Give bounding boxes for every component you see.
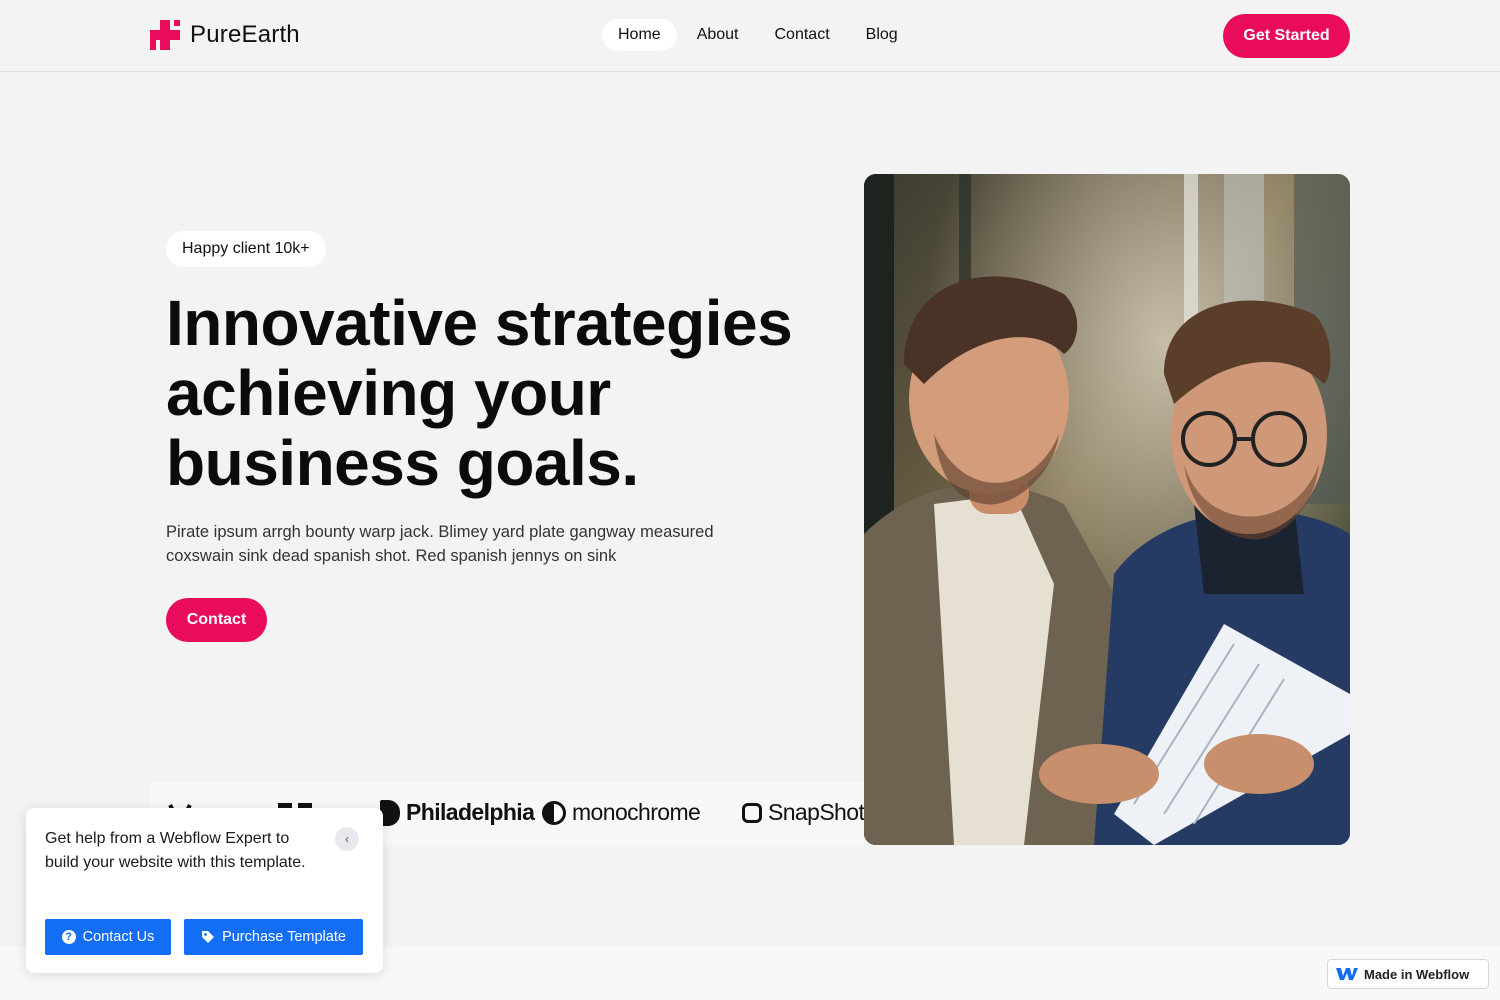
logo-icon	[150, 20, 180, 50]
snapshot-logo-icon	[742, 802, 762, 823]
webflow-logo-icon	[1336, 968, 1358, 980]
hero-photo	[864, 174, 1350, 845]
nav-about[interactable]: About	[681, 19, 755, 51]
brand-name: PureEarth	[190, 21, 300, 48]
collapse-button[interactable]: ‹	[335, 827, 359, 851]
hero-contact-button[interactable]: Contact	[166, 598, 267, 642]
partner-philadelphia: Philadelphia	[380, 799, 535, 826]
monochrome-logo-icon	[542, 800, 566, 825]
partner-snapshot: SnapShot	[742, 799, 864, 826]
nav-blog[interactable]: Blog	[850, 19, 914, 51]
site-header: PureEarth Home About Contact Blog Get St…	[0, 0, 1500, 72]
nav-contact[interactable]: Contact	[759, 19, 846, 51]
help-text: Get help from a Webflow Expert to build …	[45, 830, 306, 871]
philadelphia-logo-icon	[380, 799, 400, 826]
get-started-button[interactable]: Get Started	[1223, 14, 1350, 58]
chevron-left-icon: ‹	[345, 832, 349, 846]
partner-monochrome: monochrome	[542, 799, 701, 826]
tag-icon	[202, 931, 215, 943]
question-icon: ?	[61, 930, 76, 944]
made-in-webflow-badge[interactable]: Made in Webflow	[1327, 959, 1489, 989]
hero-title: Innovative strategies achieving your bus…	[166, 287, 793, 499]
hero-description: Pirate ipsum arrgh bounty warp jack. Bli…	[166, 523, 714, 565]
purchase-template-button[interactable]: Purchase Template	[184, 919, 363, 955]
webflow-help-popup: Get help from a Webflow Expert to build …	[26, 808, 383, 973]
happy-client-badge: Happy client 10k+	[166, 231, 326, 267]
contact-us-button[interactable]: ? Contact Us	[45, 919, 171, 955]
nav-home[interactable]: Home	[602, 19, 677, 51]
brand-logo[interactable]: PureEarth	[150, 20, 300, 50]
main-nav: Home About Contact Blog	[602, 19, 918, 51]
